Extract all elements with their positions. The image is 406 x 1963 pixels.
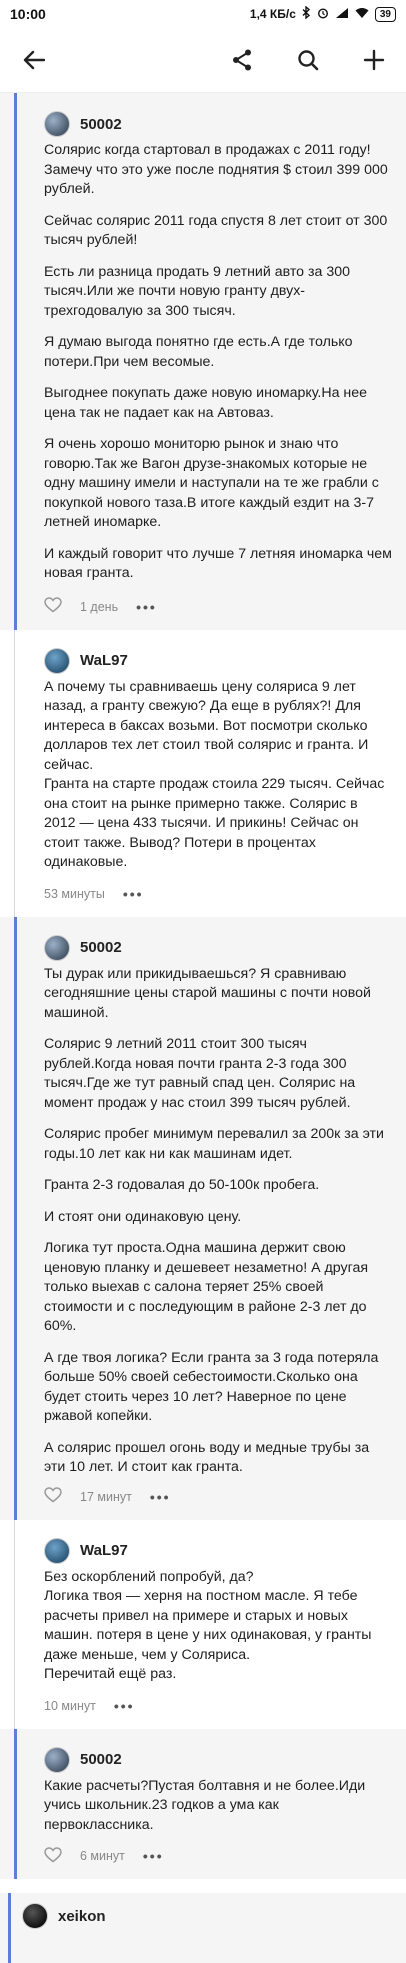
comment-paragraph: Сейчас солярис 2011 года спустя 8 лет ст… <box>44 212 388 249</box>
comment-text: Без оскорблений попробуй, да? Логика тво… <box>44 1568 372 1683</box>
comment-header: 50002 <box>44 107 392 141</box>
network-speed: 1,4 КБ/с <box>249 7 296 21</box>
comment-paragraph: Я думаю выгода понятно где есть.А где то… <box>44 334 353 370</box>
comment-author[interactable]: WaL97 <box>80 652 128 669</box>
comment-meta: 17 минут ••• <box>44 1482 392 1512</box>
comment-meta: 6 минут ••• <box>44 1841 392 1871</box>
more-options-icon[interactable]: ••• <box>123 886 144 902</box>
avatar[interactable] <box>44 1537 70 1564</box>
share-icon[interactable] <box>228 46 256 74</box>
status-indicators: 1,4 КБ/с 39 <box>249 5 396 22</box>
comment-time: 6 минут <box>80 1849 125 1863</box>
comment: WaL97 Без оскорблений попробуй, да? Логи… <box>0 1519 406 1729</box>
comment-paragraph: И каждый говорит что лучше 7 летняя ином… <box>44 545 392 582</box>
wifi-icon <box>355 7 369 22</box>
heart-icon[interactable] <box>44 597 62 616</box>
comment-paragraph: Ты дурак или прикидываешься? Я сравниваю… <box>44 965 371 1021</box>
avatar[interactable] <box>22 1903 48 1929</box>
status-time: 10:00 <box>10 6 46 22</box>
comment-author[interactable]: 50002 <box>80 1751 122 1768</box>
comment-meta: 10 минут ••• <box>44 1691 392 1721</box>
comment-author[interactable]: xeikon <box>58 1908 106 1925</box>
comment-paragraph: И стоят они одинаковую цену. <box>44 1208 242 1225</box>
comment: 50002 Солярис когда стартовал в продажах… <box>0 93 406 630</box>
comment-text: А почему ты сравниваешь цену соляриса 9 … <box>44 678 385 871</box>
signal-icon <box>335 7 349 22</box>
comment-meta: 1 день ••• <box>44 592 392 622</box>
more-options-icon[interactable]: ••• <box>150 1489 171 1505</box>
more-options-icon[interactable]: ••• <box>114 1698 135 1714</box>
comment-author[interactable]: WaL97 <box>80 1542 128 1559</box>
comment-thread: 50002 Солярис когда стартовал в продажах… <box>0 93 406 1963</box>
search-icon[interactable] <box>294 46 322 74</box>
comment-time: 1 день <box>80 599 119 614</box>
comment-paragraph: Солярис когда стартовал в продажах с 201… <box>44 142 388 197</box>
bluetooth-icon <box>302 5 311 22</box>
avatar[interactable] <box>44 111 70 137</box>
comment: 50002 Ты дурак или прикидываешься? Я сра… <box>0 916 406 1520</box>
comment-paragraph: Гранта 2-3 годовалая до 50-100к пробега. <box>44 1177 320 1193</box>
comment-paragraph: Выгоднее покупать даже новую иномарку.На… <box>44 385 368 421</box>
comment-paragraph: Логика тут проста.Одна машина держит сво… <box>44 1240 369 1334</box>
avatar[interactable] <box>44 647 70 674</box>
avatar[interactable] <box>44 934 70 961</box>
comment-paragraph: А солярис прошел огонь воду и медные тру… <box>44 1439 370 1476</box>
comment-paragraph: А где твоя логика? Если гранта за 3 года… <box>44 1349 379 1425</box>
comment-meta: 53 минуты ••• <box>44 879 392 909</box>
avatar[interactable] <box>44 1746 70 1773</box>
comment-header: 50002 <box>44 931 392 965</box>
comment-paragraph: Есть ли разница продать 9 летний авто за… <box>44 263 351 319</box>
comment-text: Какие расчеты?Пустая болтавня и не более… <box>44 1777 366 1833</box>
comment-paragraph: Солярис пробег минимум перевалил за 200к… <box>44 1126 384 1162</box>
comment-time: 17 минут <box>80 1489 132 1504</box>
comment: xeikon <box>0 1893 406 1963</box>
status-bar: 10:00 1,4 КБ/с 39 <box>0 0 406 28</box>
comment-time: 10 минут <box>44 1698 96 1713</box>
comment-paragraph: Я очень хорошо мониторю рынок и знаю что… <box>44 436 379 530</box>
comment-author[interactable]: 50002 <box>80 116 122 133</box>
heart-icon[interactable] <box>44 1487 62 1506</box>
alarm-icon <box>317 7 329 22</box>
back-arrow-icon[interactable] <box>20 46 48 74</box>
comment-time: 53 минуты <box>44 886 105 901</box>
add-icon[interactable] <box>360 46 388 74</box>
comment-paragraph: Солярис 9 летний 2011 стоит 300 тысяч ру… <box>44 1036 356 1111</box>
battery-icon: 39 <box>374 6 396 22</box>
comment-header: WaL97 <box>44 1534 392 1568</box>
app-bar-actions <box>228 46 388 74</box>
comment-header: xeikon <box>22 1903 392 1929</box>
comment-header: WaL97 <box>44 644 392 678</box>
heart-icon[interactable] <box>44 1846 62 1866</box>
comment: 50002 Какие расчеты?Пустая болтавня и не… <box>0 1728 406 1879</box>
app-bar <box>0 28 406 93</box>
comment-header: 50002 <box>44 1743 392 1777</box>
comment-author[interactable]: 50002 <box>80 939 122 956</box>
more-options-icon[interactable]: ••• <box>136 599 157 615</box>
comment: WaL97 А почему ты сравниваешь цену соляр… <box>0 629 406 917</box>
more-options-icon[interactable]: ••• <box>143 1848 164 1864</box>
